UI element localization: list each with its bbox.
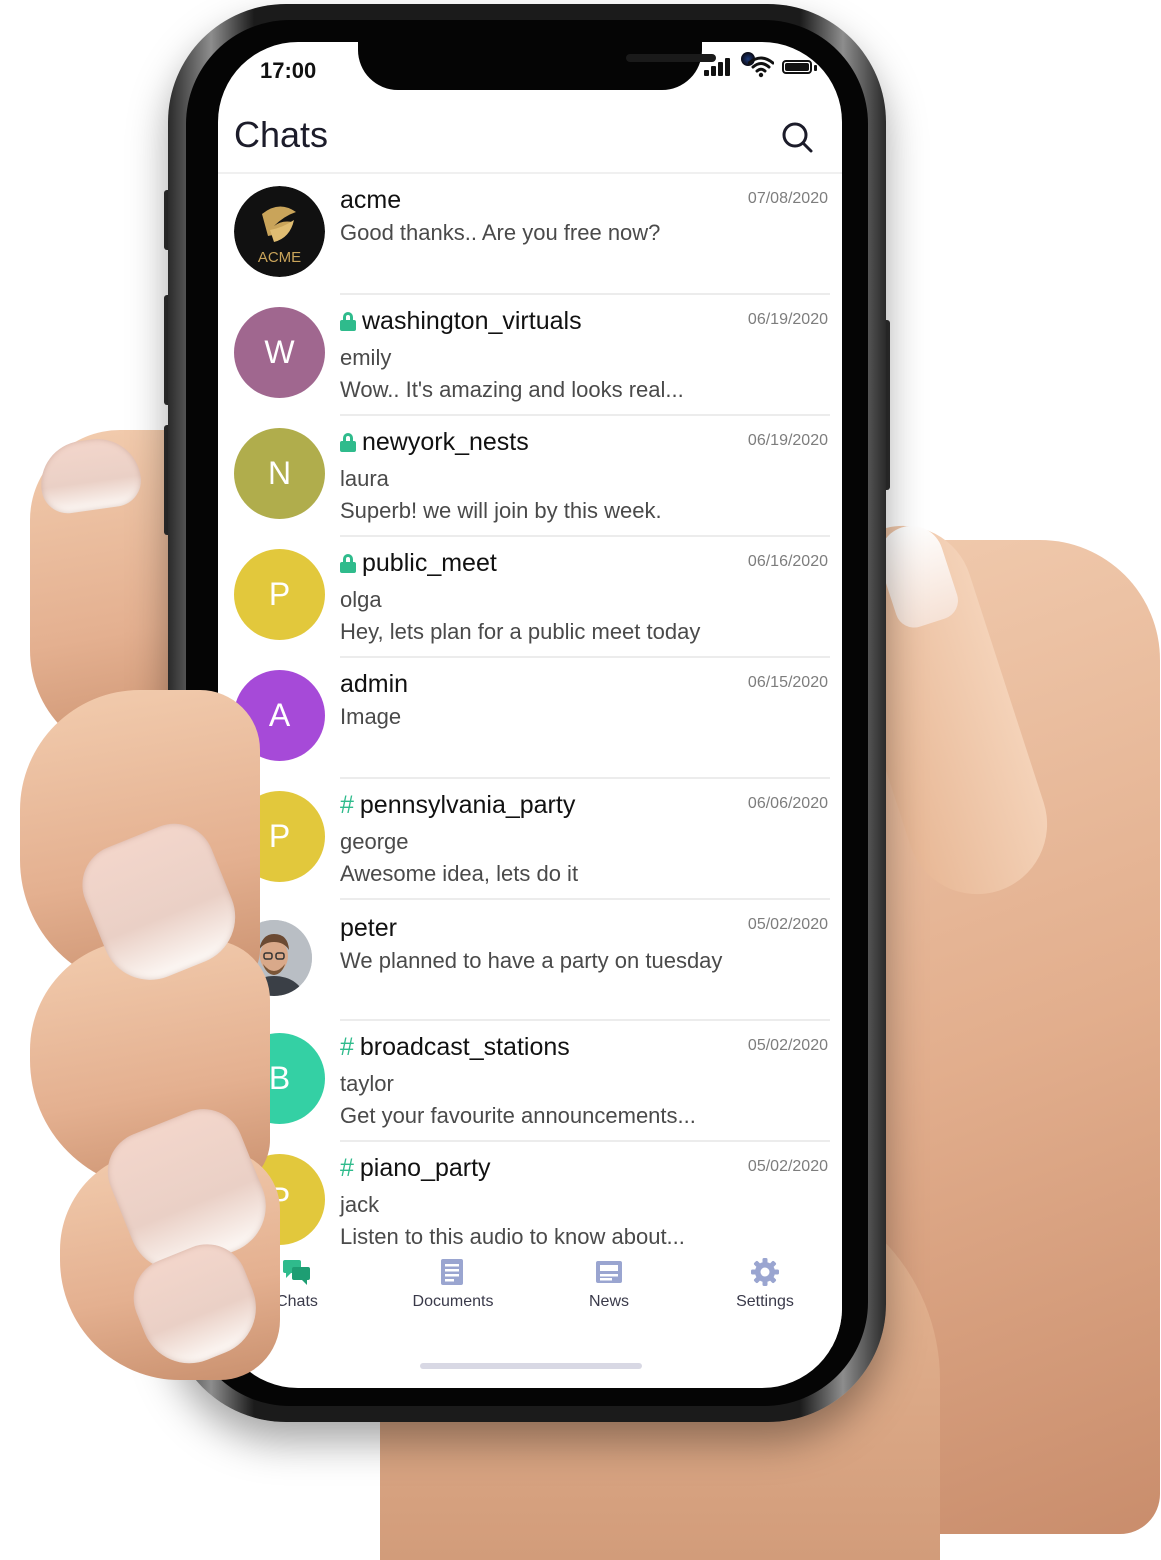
chat-sender: george xyxy=(340,829,409,854)
avatar: P xyxy=(234,549,325,640)
chat-name-row: # piano_party xyxy=(340,1154,491,1183)
chat-name: newyork_nests xyxy=(362,428,529,456)
chat-last-message: Wow.. It's amazing and looks real... xyxy=(340,377,684,402)
wifi-icon xyxy=(748,56,774,78)
chat-last-message: Awesome idea, lets do it xyxy=(340,861,579,886)
chat-sender: jack xyxy=(340,1192,380,1217)
documents-icon xyxy=(441,1259,463,1285)
chat-last-message: Image xyxy=(340,704,402,729)
acme-logo-icon: ACME xyxy=(234,186,325,277)
chat-list: ACME acme Good thanks.. Are you free now… xyxy=(218,174,842,1247)
chat-name-row: washington_virtuals xyxy=(340,307,582,336)
search-button[interactable] xyxy=(778,118,818,158)
chat-name-row: # broadcast_stations xyxy=(340,1033,570,1062)
chat-date: 06/06/2020 xyxy=(747,795,828,812)
chat-last-message: We planned to have a party on tuesday xyxy=(340,948,723,973)
chat-item-public-meet[interactable]: P public_meet olga Hey, lets plan for a … xyxy=(218,537,842,658)
chat-date: 05/02/2020 xyxy=(747,1037,828,1054)
chat-name: broadcast_stations xyxy=(359,1033,570,1061)
chat-name-row: public_meet xyxy=(340,549,497,578)
chat-item-acme[interactable]: ACME acme Good thanks.. Are you free now… xyxy=(218,174,842,295)
chat-name: peter xyxy=(340,914,397,942)
chat-item-peter[interactable]: peter We planned to have a party on tues… xyxy=(218,900,842,1021)
page-title: Chats xyxy=(234,114,329,155)
chat-last-message: Get your favourite announcements... xyxy=(340,1103,696,1128)
avatar: W xyxy=(234,307,325,398)
bottom-nav: Chats Documents News Settings xyxy=(218,1247,842,1347)
speaker-grille xyxy=(626,54,716,62)
avatar: ACME xyxy=(234,186,325,277)
chat-sender: laura xyxy=(340,466,389,491)
news-icon xyxy=(596,1261,622,1283)
chat-last-message: Hey, lets plan for a public meet today xyxy=(340,619,701,644)
chat-date: 06/15/2020 xyxy=(747,674,828,691)
chats-icon xyxy=(283,1260,310,1285)
chat-last-message: Listen to this audio to know about... xyxy=(340,1224,685,1247)
chat-date: 06/19/2020 xyxy=(747,432,828,449)
status-icons xyxy=(704,56,824,80)
phone-screen: 17:00 Chats ACME acme Good thanks.. Are … xyxy=(218,42,842,1388)
chat-name: acme xyxy=(340,186,402,214)
chat-sender: emily xyxy=(340,345,392,370)
svg-text:ACME: ACME xyxy=(258,249,301,266)
chat-last-message: Good thanks.. Are you free now? xyxy=(340,220,661,245)
chat-name: public_meet xyxy=(362,549,497,577)
settings-icon xyxy=(751,1258,779,1286)
chat-name: washington_virtuals xyxy=(362,307,582,335)
chat-item-newyork-nests[interactable]: N newyork_nests laura Superb! we will jo… xyxy=(218,416,842,537)
chat-name-row: newyork_nests xyxy=(340,428,529,457)
chat-name: piano_party xyxy=(359,1154,491,1182)
nav-label: News xyxy=(588,1293,629,1310)
chat-item-admin[interactable]: A admin Image 06/15/2020 xyxy=(218,658,842,779)
battery-icon xyxy=(782,60,812,74)
chat-name-row: # pennsylvania_party xyxy=(340,791,575,820)
hash-icon: # xyxy=(340,1033,354,1061)
hash-icon: # xyxy=(340,1154,354,1182)
chat-sender: taylor xyxy=(340,1071,394,1096)
chat-date: 06/19/2020 xyxy=(747,311,828,328)
avatar: N xyxy=(234,428,325,519)
notch xyxy=(358,42,755,90)
home-indicator[interactable] xyxy=(420,1363,642,1369)
chat-item-piano-party[interactable]: P # piano_party jack Listen to this audio… xyxy=(218,1142,842,1247)
chat-item-broadcast-stations[interactable]: B # broadcast_stations taylor Get your fa… xyxy=(218,1021,842,1142)
search-icon xyxy=(782,122,813,153)
chat-name: pennsylvania_party xyxy=(359,791,576,819)
nav-label: Settings xyxy=(736,1293,794,1310)
chat-date: 05/02/2020 xyxy=(747,1158,828,1175)
chat-name: admin xyxy=(340,670,409,698)
hash-icon: # xyxy=(340,791,354,819)
nav-settings[interactable]: Settings xyxy=(710,1257,820,1327)
nav-news[interactable]: News xyxy=(554,1257,664,1327)
nav-documents[interactable]: Documents xyxy=(398,1257,508,1327)
chat-sender: olga xyxy=(340,587,382,612)
lock-icon xyxy=(340,433,356,452)
chat-item-washington-virtuals[interactable]: W washington_virtuals emily Wow.. It's a… xyxy=(218,295,842,416)
nav-label: Documents xyxy=(412,1293,494,1310)
chat-item-pennsylvania-party[interactable]: P # pennsylvania_party george Awesome ide… xyxy=(218,779,842,900)
chat-date: 05/02/2020 xyxy=(747,916,828,933)
lock-icon xyxy=(340,312,356,331)
chat-last-message: Superb! we will join by this week. xyxy=(340,498,662,523)
lock-icon xyxy=(340,554,356,573)
chat-date: 07/08/2020 xyxy=(747,190,828,207)
status-time: 17:00 xyxy=(260,58,317,83)
chat-date: 06/16/2020 xyxy=(747,553,828,570)
